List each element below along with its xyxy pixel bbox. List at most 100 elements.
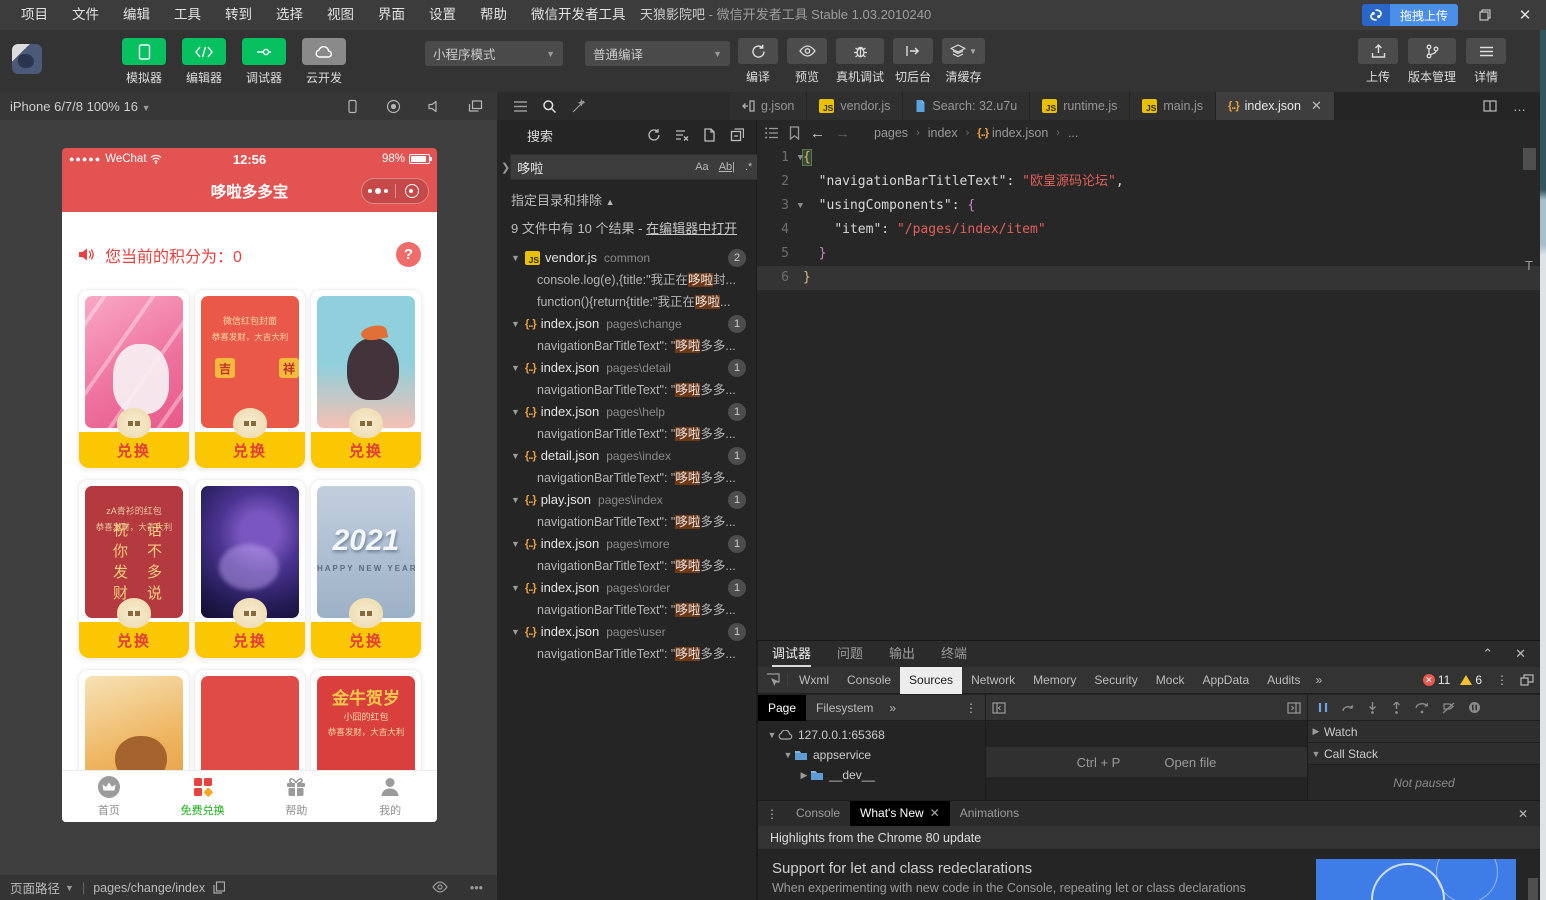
tab-首页[interactable]: 首页 <box>62 771 156 822</box>
help-button[interactable]: ? <box>396 242 421 267</box>
search-result-match[interactable]: console.log(e),{title:"我正在哆啦封... <box>497 269 756 291</box>
refresh-icon[interactable] <box>647 128 661 142</box>
fold-chevron-icon[interactable]: ▼ <box>789 146 803 170</box>
details-button[interactable]: 详情 <box>1466 38 1507 85</box>
whole-word-toggle[interactable]: Ab| <box>717 160 737 174</box>
step-over-icon[interactable] <box>1415 702 1429 714</box>
record-icon[interactable] <box>386 99 401 114</box>
drawer2-tab-Animations[interactable]: Animations <box>950 801 1029 826</box>
more-menu-button[interactable] <box>362 188 395 194</box>
compile-mode-select[interactable]: 普通编译 ▼ <box>585 41 730 66</box>
drawer2-tab-What's New[interactable]: What's New ✕ <box>850 801 950 826</box>
tab-免费兑换[interactable]: 免费兑换 <box>156 771 250 822</box>
devtools-tab-Wxml[interactable]: Wxml <box>790 667 838 694</box>
menu-item-项目[interactable]: 项目 <box>10 0 59 30</box>
search-result-file[interactable]: ▼ {..} index.json pages\change 1 <box>497 313 756 335</box>
menu-item-帮助[interactable]: 帮助 <box>469 0 518 30</box>
navigator-tab-Filesystem[interactable]: Filesystem <box>806 695 883 721</box>
multi-window-icon[interactable] <box>468 99 483 114</box>
menu-item-微信开发者工具[interactable]: 微信开发者工具 <box>520 0 637 30</box>
editor-scrollbar[interactable]: T <box>1523 146 1536 616</box>
menu-item-设置[interactable]: 设置 <box>418 0 467 30</box>
menu-item-视图[interactable]: 视图 <box>316 0 365 30</box>
search-icon[interactable] <box>542 99 557 114</box>
callstack-section-header[interactable]: ▼ Call Stack <box>1308 743 1540 765</box>
match-case-toggle[interactable]: Aa <box>693 160 710 174</box>
step-out-icon[interactable] <box>1391 701 1402 714</box>
search-result-match[interactable]: navigationBarTitleText": "哆啦多多... <box>497 643 756 665</box>
search-result-match[interactable]: navigationBarTitleText": "哆啦多多... <box>497 423 756 445</box>
pause-script-icon[interactable] <box>1318 702 1328 713</box>
preview-button[interactable]: 预览 <box>787 38 827 85</box>
devtools-tab-AppData[interactable]: AppData <box>1193 667 1258 694</box>
close-tab-icon[interactable]: ✕ <box>930 806 940 820</box>
breadcrumb-item-...[interactable]: ... <box>1068 126 1078 140</box>
menu-item-文件[interactable]: 文件 <box>61 0 110 30</box>
devtools-kebab-icon[interactable]: ⋮ <box>1490 673 1514 687</box>
toggle-debugger-button[interactable]: 调试器 <box>240 38 288 86</box>
drawer-tab-调试器[interactable]: 调试器 <box>772 641 812 667</box>
split-editor-icon[interactable] <box>1483 100 1497 112</box>
window-close-button[interactable]: ✕ <box>1508 0 1542 30</box>
open-new-search-editor-icon[interactable] <box>703 128 716 142</box>
compile-button[interactable]: 编译 <box>738 38 778 85</box>
step-into-icon[interactable] <box>1367 701 1378 714</box>
drawer-tab-终端[interactable]: 终端 <box>941 641 967 667</box>
editor-tab-index.json[interactable]: {..} index.json ✕ <box>1215 92 1335 120</box>
menu-item-编辑[interactable]: 编辑 <box>112 0 161 30</box>
scope-toggle[interactable]: 指定目录和排除 ▲ <box>497 184 756 211</box>
version-control-button[interactable]: 版本管理 <box>1408 38 1457 85</box>
more-tabs-icon[interactable]: » <box>883 701 902 715</box>
file-list-icon[interactable] <box>513 100 528 113</box>
close-drawer-icon[interactable]: ✕ <box>1515 646 1526 662</box>
redeem-card[interactable]: 兑换 <box>78 289 190 469</box>
editor-tab-Search: 32.u7u[interactable]: Search: 32.u7u <box>903 92 1031 120</box>
window-restore-button[interactable] <box>1468 0 1502 30</box>
chrome-update-image[interactable] <box>1316 859 1516 900</box>
copy-icon[interactable] <box>213 881 226 894</box>
toggle-editor-button[interactable]: 编辑器 <box>180 38 228 86</box>
switch-background-button[interactable]: 切后台 <box>893 38 934 85</box>
collapse-all-icon[interactable] <box>730 128 744 142</box>
tab-帮助[interactable]: 帮助 <box>250 771 344 822</box>
search-result-file[interactable]: ▼ {..} detail.json pages\index 1 <box>497 445 756 467</box>
redeem-card[interactable]: zA青衫的红包 恭喜发财，大吉大利 祝你发财 话不多说 兑换 <box>78 479 190 659</box>
menu-item-转到[interactable]: 转到 <box>214 0 263 30</box>
inspect-element-icon[interactable] <box>758 673 788 687</box>
eye-icon[interactable] <box>432 880 448 895</box>
user-avatar[interactable] <box>12 44 42 74</box>
more-actions-icon[interactable]: … <box>1513 99 1526 114</box>
tab-我的[interactable]: 我的 <box>343 771 437 822</box>
show-navigator-icon[interactable] <box>992 701 1006 714</box>
clear-results-icon[interactable] <box>675 128 689 142</box>
forward-icon[interactable]: → <box>835 125 850 142</box>
wand-icon[interactable] <box>571 98 586 114</box>
menu-item-选择[interactable]: 选择 <box>265 0 314 30</box>
tree-node-127.0.0.1:65368[interactable]: ▼ 127.0.0.1:65368 <box>758 725 985 745</box>
more-tabs-icon[interactable]: » <box>1310 673 1329 687</box>
devtools-tab-Network[interactable]: Network <box>962 667 1024 694</box>
toggle-replace-icon[interactable]: ❯ <box>501 161 510 174</box>
redeem-card[interactable]: 兑换 <box>310 289 422 469</box>
more-dots-icon[interactable]: ••• <box>470 881 483 895</box>
search-result-file[interactable]: ▼ JS vendor.js common 2 <box>497 247 756 269</box>
scrollbar-thumb[interactable] <box>1523 148 1536 170</box>
devtools-tab-Audits[interactable]: Audits <box>1258 667 1309 694</box>
redeem-card[interactable]: 兑换 <box>194 479 306 659</box>
undock-icon[interactable] <box>1514 674 1540 686</box>
redeem-card[interactable]: 2021 HAPPY NEW YEAR 兑换 <box>310 479 422 659</box>
pause-on-exceptions-icon[interactable] <box>1468 701 1481 714</box>
breadcrumb-item-index[interactable]: index <box>928 126 958 140</box>
remote-debug-button[interactable]: 真机调试 <box>836 38 885 85</box>
drag-upload-button[interactable]: 拖拽上传 <box>1362 4 1459 26</box>
scheme-mode-select[interactable]: 小程序模式 ▼ <box>425 41 563 66</box>
menu-item-界面[interactable]: 界面 <box>367 0 416 30</box>
tree-node-__dev__[interactable]: ▶ __dev__ <box>758 765 985 785</box>
devtools-tab-Sources[interactable]: Sources <box>900 666 963 694</box>
open-in-editor-link[interactable]: 在编辑器中打开 <box>646 221 737 236</box>
search-result-match[interactable]: navigationBarTitleText": "哆啦多多... <box>497 555 756 577</box>
breadcrumb-item-index.json[interactable]: {..} index.json <box>977 126 1048 140</box>
device-selector[interactable]: iPhone 6/7/8 100% 16 ▼ <box>0 99 150 114</box>
tree-node-appservice[interactable]: ▼ appservice <box>758 745 985 765</box>
search-result-file[interactable]: ▼ {..} index.json pages\user 1 <box>497 621 756 643</box>
